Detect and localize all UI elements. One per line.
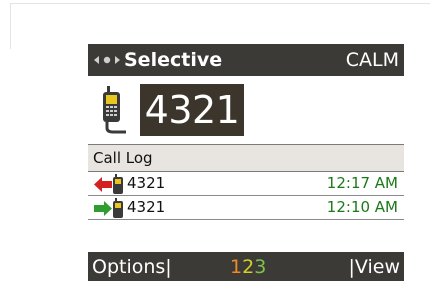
softkey-bar: Options| 123 |View — [88, 252, 404, 281]
selective-call-icon — [94, 56, 120, 64]
radio-handset-icon — [103, 86, 126, 134]
outgoing-call-arrow-icon — [94, 201, 112, 216]
options-softkey[interactable]: Options| — [92, 254, 172, 280]
input-mode-indicator: 123 — [230, 256, 267, 278]
call-log-row[interactable]: 4321 12:10 AM — [88, 196, 404, 220]
dialed-number-display[interactable]: 4321 — [140, 84, 244, 136]
incoming-call-arrow-icon — [94, 177, 112, 192]
screen-title: Selective — [124, 49, 223, 71]
call-log-time: 12:10 AM — [326, 198, 398, 216]
call-log-time: 12:17 AM — [326, 174, 398, 192]
frame-border-left — [10, 3, 11, 49]
call-log-header-label: Call Log — [93, 149, 153, 167]
title-bar: Selective CALM — [88, 44, 404, 76]
radio-handset-icon — [113, 174, 123, 194]
view-softkey[interactable]: |View — [349, 254, 401, 280]
call-log-header: Call Log — [88, 144, 404, 172]
call-log-number: 4321 — [127, 174, 166, 192]
dial-number-row: 4321 — [88, 76, 404, 144]
call-log-number: 4321 — [127, 198, 166, 216]
radio-handset-icon — [113, 198, 123, 218]
radio-screen: Selective CALM 4321 Call Log 4321 12:17 … — [88, 44, 404, 281]
call-log-row[interactable]: 4321 12:17 AM — [88, 172, 404, 196]
status-label: CALM — [345, 49, 399, 71]
frame-border-top — [10, 3, 430, 4]
